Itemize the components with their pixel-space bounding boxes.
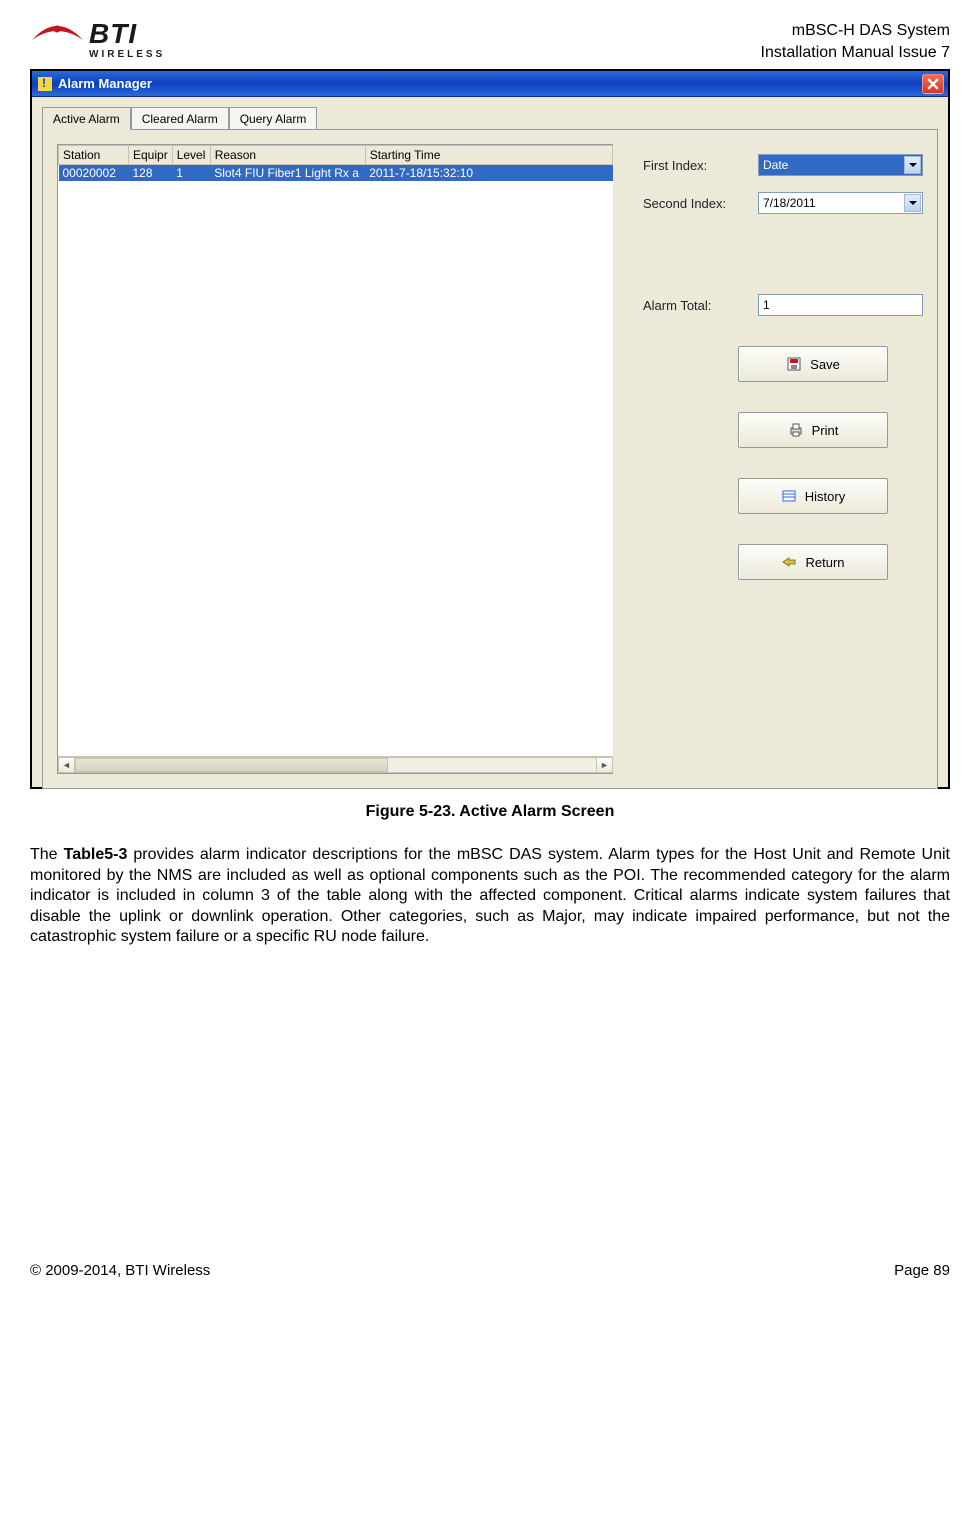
- cell-station: 00020002: [59, 165, 129, 182]
- col-starting-time[interactable]: Starting Time: [365, 146, 612, 165]
- logo-brand: BTI: [89, 20, 165, 48]
- col-reason[interactable]: Reason: [210, 146, 365, 165]
- body-paragraph: The Table5-3 provides alarm indicator de…: [30, 845, 950, 947]
- alarm-table-container: Station Equipr Level Reason Starting Tim…: [57, 144, 613, 774]
- scroll-left-button[interactable]: ◄: [58, 757, 75, 773]
- document-footer: © 2009-2014, BTI Wireless Page 89: [30, 1258, 950, 1279]
- first-index-label: First Index:: [643, 158, 758, 173]
- second-index-label: Second Index:: [643, 196, 758, 211]
- document-header: BTI WIRELESS mBSC-H DAS System Installat…: [30, 20, 950, 63]
- close-button[interactable]: [922, 74, 944, 94]
- print-button[interactable]: Print: [738, 412, 888, 448]
- print-icon: [788, 422, 804, 438]
- scroll-thumb[interactable]: [75, 758, 388, 772]
- figure-caption: Figure 5-23. Active Alarm Screen: [30, 803, 950, 821]
- alarm-icon: [38, 77, 52, 91]
- print-label: Print: [812, 423, 839, 438]
- para-bold: Table5-3: [64, 846, 128, 863]
- col-station[interactable]: Station: [59, 146, 129, 165]
- doc-title-line1: mBSC-H DAS System: [761, 20, 950, 42]
- return-icon: [781, 554, 797, 570]
- save-icon: [786, 356, 802, 372]
- tab-active-alarm[interactable]: Active Alarm: [42, 107, 131, 130]
- logo-subtext: WIRELESS: [89, 50, 165, 60]
- logo: BTI WIRELESS: [30, 20, 165, 60]
- close-icon: [927, 78, 939, 90]
- table-header-row: Station Equipr Level Reason Starting Tim…: [59, 146, 613, 165]
- alarm-manager-window: Alarm Manager Active Alarm Cleared Alarm…: [30, 69, 950, 789]
- save-button[interactable]: Save: [738, 346, 888, 382]
- footer-page: Page 89: [894, 1262, 950, 1279]
- horizontal-scrollbar[interactable]: ◄ ►: [58, 756, 613, 773]
- tab-panel: Station Equipr Level Reason Starting Tim…: [42, 129, 938, 789]
- history-button[interactable]: History: [738, 478, 888, 514]
- alarm-total-value: 1: [763, 298, 770, 312]
- second-index-dropdown[interactable]: 7/18/2011: [758, 192, 923, 214]
- side-controls: First Index: Date Second Index: 7/18/201…: [643, 144, 923, 774]
- return-label: Return: [805, 555, 844, 570]
- doc-title-line2: Installation Manual Issue 7: [761, 42, 950, 64]
- alarm-total-label: Alarm Total:: [643, 298, 758, 313]
- alarm-table[interactable]: Station Equipr Level Reason Starting Tim…: [58, 145, 613, 181]
- scroll-track[interactable]: [75, 757, 596, 773]
- chevron-down-icon: [904, 156, 921, 174]
- chevron-down-icon: [904, 194, 921, 212]
- logo-swoosh-icon: [30, 20, 85, 60]
- cell-reason: Slot4 FIU Fiber1 Light Rx a: [210, 165, 365, 182]
- history-label: History: [805, 489, 845, 504]
- tab-cleared-alarm[interactable]: Cleared Alarm: [131, 107, 229, 129]
- history-icon: [781, 488, 797, 504]
- cell-time: 2011-7-18/15:32:10: [365, 165, 612, 182]
- window-titlebar[interactable]: Alarm Manager: [32, 71, 948, 97]
- tab-query-alarm[interactable]: Query Alarm: [229, 107, 318, 129]
- save-label: Save: [810, 357, 840, 372]
- col-level[interactable]: Level: [172, 146, 210, 165]
- second-index-value: 7/18/2011: [763, 196, 816, 210]
- para-lead: The: [30, 846, 64, 863]
- return-button[interactable]: Return: [738, 544, 888, 580]
- tab-row: Active Alarm Cleared Alarm Query Alarm: [32, 97, 948, 129]
- footer-copyright: © 2009-2014, BTI Wireless: [30, 1262, 210, 1279]
- first-index-dropdown[interactable]: Date: [758, 154, 923, 176]
- document-title: mBSC-H DAS System Installation Manual Is…: [761, 20, 950, 63]
- table-row[interactable]: 00020002 128 1 Slot4 FIU Fiber1 Light Rx…: [59, 165, 613, 182]
- scroll-right-button[interactable]: ►: [596, 757, 613, 773]
- para-rest: provides alarm indicator descriptions fo…: [30, 846, 950, 945]
- first-index-value: Date: [763, 158, 788, 172]
- alarm-total-field[interactable]: 1: [758, 294, 923, 316]
- col-equipr[interactable]: Equipr: [129, 146, 173, 165]
- window-title: Alarm Manager: [58, 76, 152, 91]
- cell-equip: 128: [129, 165, 173, 182]
- cell-level: 1: [172, 165, 210, 182]
